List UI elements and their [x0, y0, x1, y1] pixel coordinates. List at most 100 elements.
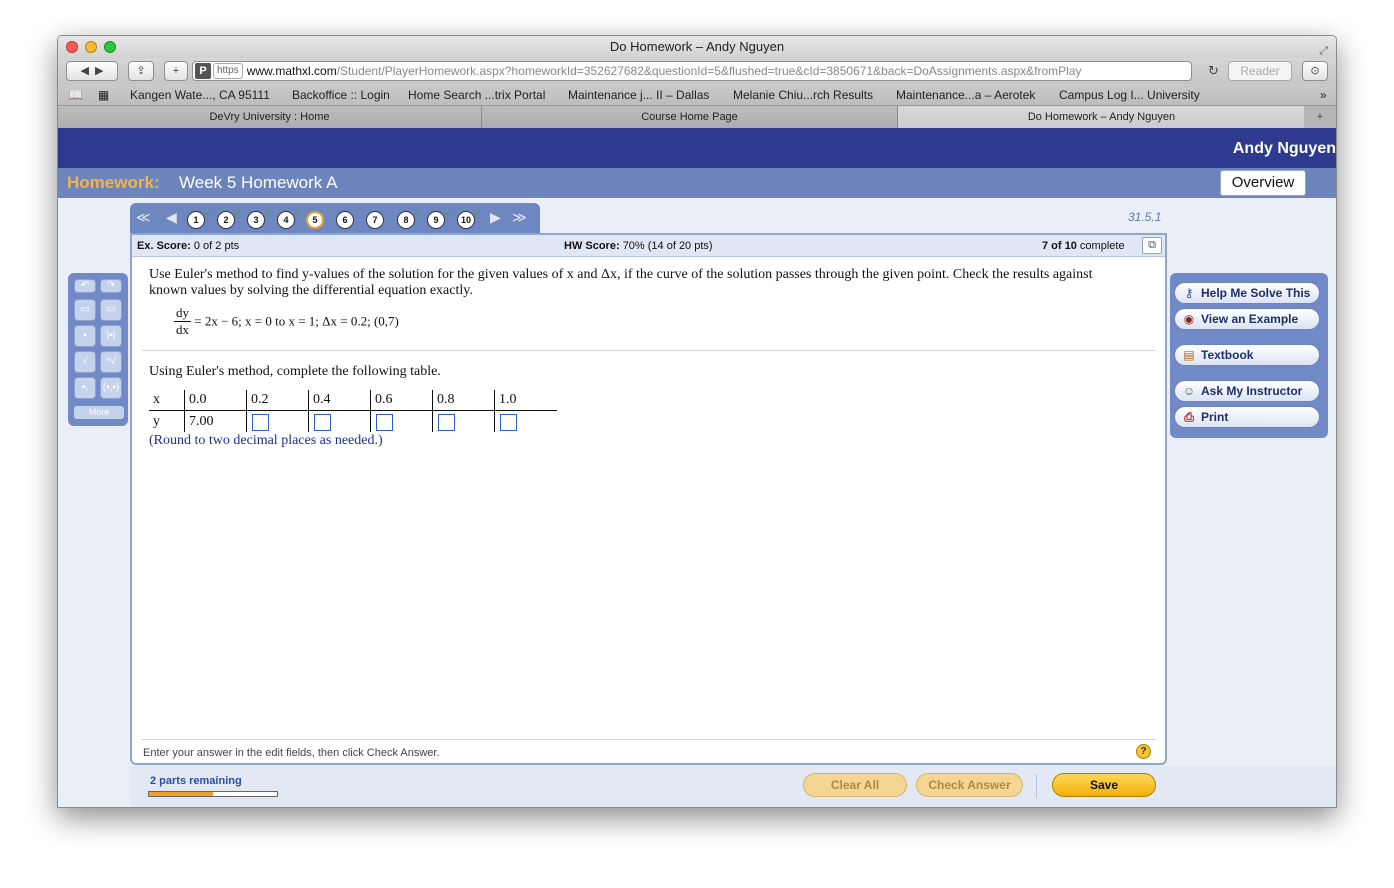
square-root-icon[interactable]: √ [74, 351, 96, 373]
question-panel: Ex. Score: 0 of 2 pts HW Score: 70% (14 … [130, 233, 1167, 765]
close-window-button[interactable] [66, 41, 78, 53]
https-lock-badge: https [213, 63, 243, 79]
x-value: 0.2 [251, 392, 269, 407]
view-example-button[interactable]: ◉ View an Example [1174, 308, 1320, 330]
next-question-icon[interactable]: ▶ [490, 209, 501, 226]
reload-icon[interactable]: ↻ [1208, 63, 1219, 79]
downloads-icon[interactable]: ⊙ [1302, 61, 1328, 81]
homework-score: HW Score: 70% (14 of 20 pts) [564, 240, 713, 252]
window-title: Do Homework – Andy Nguyen [609, 39, 785, 54]
subscript-icon[interactable]: ▪, [74, 377, 96, 399]
answer-input-y-0.6[interactable] [376, 414, 393, 431]
ask-instructor-button[interactable]: ☺ Ask My Instructor [1174, 380, 1320, 402]
textbook-button[interactable]: ▤ Textbook [1174, 344, 1320, 366]
redo-icon[interactable]: ↷ [100, 279, 122, 293]
more-bookmarks-icon[interactable]: » [1320, 88, 1327, 102]
x-value: 1.0 [499, 392, 517, 407]
divider [142, 739, 1155, 740]
bookmark-item[interactable]: Kangen Wate..., CA 95111 [130, 88, 270, 102]
bookmark-item[interactable]: Home Search ...trix Portal [408, 88, 545, 102]
table-instruction: Using Euler's method, complete the follo… [149, 364, 441, 379]
more-tools-button[interactable]: More [74, 406, 124, 419]
ordered-pair-icon[interactable]: (▪,▪) [100, 377, 122, 399]
answer-input-y-1.0[interactable] [500, 414, 517, 431]
tab-course-home[interactable]: Course Home Page [482, 106, 898, 128]
question-5-current[interactable]: 5 [306, 211, 324, 229]
rounding-note: (Round to two decimal places as needed.) [149, 433, 383, 448]
y-value-initial: 7.00 [189, 414, 214, 429]
mixed-number-icon[interactable]: ▭ [100, 299, 122, 321]
bookmark-item[interactable]: Backoffice :: Login [292, 88, 390, 102]
differential-equation: dy dx = 2x − 6; x = 0 to x = 1; Δx = 0.2;… [174, 305, 399, 337]
zoom-window-button[interactable] [104, 41, 116, 53]
bookmark-item[interactable]: Campus Log I... University [1059, 88, 1200, 102]
divider [1036, 774, 1037, 798]
table-divider [432, 390, 433, 432]
question-3[interactable]: 3 ✓ [247, 208, 272, 229]
question-navigator: ≪ ◀ 1 ✓ 2 ✓ 3 ✓ 4 ✓ 5 6 7 8 ✓ 9 ✓ 10 ✓ ▶ ≫ [130, 203, 540, 233]
bottom-action-bar: 2 parts remaining Clear All Check Answer… [130, 766, 1336, 807]
question-7[interactable]: 7 [366, 211, 384, 229]
derivative-fraction: dy dx [174, 305, 191, 337]
x-value: 0.8 [437, 392, 455, 407]
site-header: Andy Nguyen [58, 128, 1336, 168]
answer-input-y-0.2[interactable] [252, 414, 269, 431]
print-button[interactable]: ⎙ Print [1174, 406, 1320, 428]
check-icon: ✓ [233, 208, 242, 219]
exponent-icon[interactable]: ▪ [74, 325, 96, 347]
homework-title-bar: Homework: Week 5 Homework A Overview [58, 168, 1336, 198]
question-10[interactable]: 10 ✓ [457, 208, 482, 229]
tab-do-homework[interactable]: Do Homework – Andy Nguyen [898, 106, 1306, 128]
bookmark-item[interactable]: Maintenance...a – Aerotek [896, 88, 1035, 102]
check-icon: ✓ [443, 208, 452, 219]
score-bar: Ex. Score: 0 of 2 pts HW Score: 70% (14 … [132, 235, 1165, 257]
table-divider [370, 390, 371, 432]
question-6[interactable]: 6 [336, 211, 354, 229]
question-4[interactable]: 4 ✓ [277, 208, 302, 229]
question-8[interactable]: 8 ✓ [397, 208, 422, 229]
bookmark-item[interactable]: Melanie Chiu...rch Results [733, 88, 873, 102]
expand-icon[interactable]: ⧉ [1142, 237, 1162, 254]
nth-root-icon[interactable]: ⁿ√ [100, 351, 122, 373]
check-icon: ✓ [413, 208, 422, 219]
book-icon: ▤ [1183, 348, 1195, 362]
reading-list-icon[interactable]: 📖 [68, 88, 83, 102]
help-icon[interactable]: ? [1136, 744, 1151, 759]
answer-input-y-0.8[interactable] [438, 414, 455, 431]
address-bar[interactable]: Phttps www.mathxl.com/Student/PlayerHomew… [192, 61, 1192, 81]
check-answer-button[interactable]: Check Answer [916, 773, 1023, 797]
bookmark-item[interactable]: Maintenance j... II – Dallas [568, 88, 709, 102]
overview-button[interactable]: Overview [1220, 170, 1306, 196]
first-question-icon[interactable]: ≪ [136, 209, 151, 226]
answer-input-y-0.4[interactable] [314, 414, 331, 431]
question-2[interactable]: 2 ✓ [217, 208, 242, 229]
share-icon[interactable]: ⇪ [128, 61, 154, 81]
check-icon: ✓ [263, 208, 272, 219]
back-forward-buttons[interactable]: ◀ ▶ [66, 61, 118, 81]
table-divider [246, 390, 247, 432]
x-value: 0.6 [375, 392, 393, 407]
new-tab-icon[interactable]: + [1304, 106, 1336, 128]
answer-instructions: Enter your answer in the edit fields, th… [143, 747, 440, 759]
absolute-value-icon[interactable]: |▪| [100, 325, 122, 347]
question-1[interactable]: 1 ✓ [187, 208, 212, 229]
math-palette: ↶ ↷ ▭ ▭ ▪ |▪| √ ⁿ√ ▪, (▪,▪) More [68, 273, 128, 426]
url-domain: www.mathxl.com [246, 64, 337, 78]
undo-icon[interactable]: ↶ [74, 279, 96, 293]
help-me-solve-button[interactable]: ⚷ Help Me Solve This [1174, 282, 1320, 304]
check-icon: ✓ [473, 208, 482, 219]
previous-question-icon[interactable]: ◀ [166, 209, 177, 226]
browser-toolbar: ◀ ▶ ⇪ + Phttps www.mathxl.com/Student/Pla… [58, 58, 1336, 84]
save-button[interactable]: Save [1052, 773, 1156, 797]
bookmarks-bar: 📖 ▦ Kangen Wate..., CA 95111 Backoffice … [58, 84, 1336, 106]
minimize-window-button[interactable] [85, 41, 97, 53]
tab-devry-home[interactable]: DeVry University : Home [58, 106, 482, 128]
reader-button[interactable]: Reader [1228, 61, 1292, 81]
question-9[interactable]: 9 ✓ [427, 208, 452, 229]
top-sites-icon[interactable]: ▦ [98, 88, 109, 102]
clear-all-button[interactable]: Clear All [803, 773, 907, 797]
fraction-icon[interactable]: ▭ [74, 299, 96, 321]
last-question-icon[interactable]: ≫ [512, 209, 527, 226]
add-bookmark-icon[interactable]: + [164, 61, 188, 81]
table-divider [149, 410, 557, 411]
